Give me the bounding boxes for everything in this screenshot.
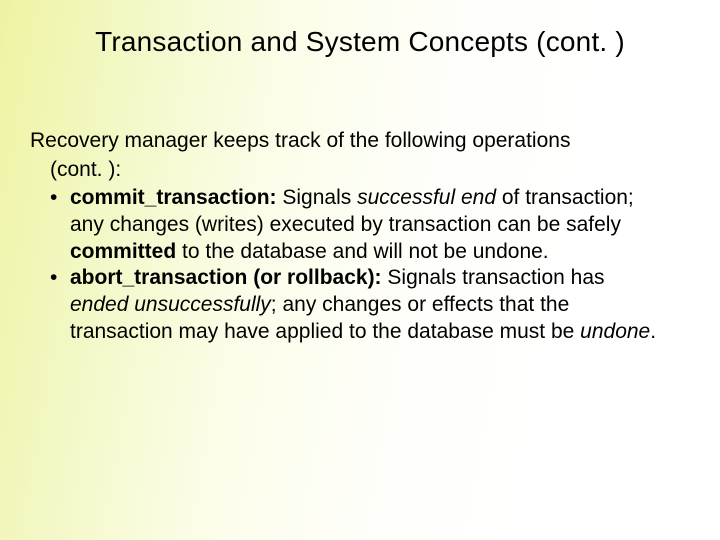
bullet-item: commit_transaction: Signals successful e… [30, 185, 664, 265]
bullet-em: ended unsuccessfully [70, 293, 271, 316]
bullet-strong: committed [70, 240, 176, 263]
slide-body: Recovery manager keeps track of the foll… [30, 128, 664, 345]
slide-title: Transaction and System Concepts (cont. ) [48, 26, 672, 58]
bullet-text: to the database and will not be undone. [176, 240, 548, 263]
bullet-label: commit_transaction: [70, 186, 277, 209]
bullet-item: abort_transaction (or rollback): Signals… [30, 265, 664, 345]
bullet-text: Signals transaction has [382, 266, 605, 289]
bullet-list: commit_transaction: Signals successful e… [30, 185, 664, 345]
bullet-em: undone [580, 320, 650, 343]
bullet-em: successful end [357, 186, 496, 209]
bullet-text: Signals [277, 186, 358, 209]
slide: Transaction and System Concepts (cont. )… [0, 0, 720, 540]
intro-line-2: (cont. ): [30, 157, 664, 184]
bullet-label: abort_transaction (or rollback): [70, 266, 382, 289]
bullet-text: . [650, 320, 656, 343]
intro-line-1: Recovery manager keeps track of the foll… [30, 128, 664, 155]
